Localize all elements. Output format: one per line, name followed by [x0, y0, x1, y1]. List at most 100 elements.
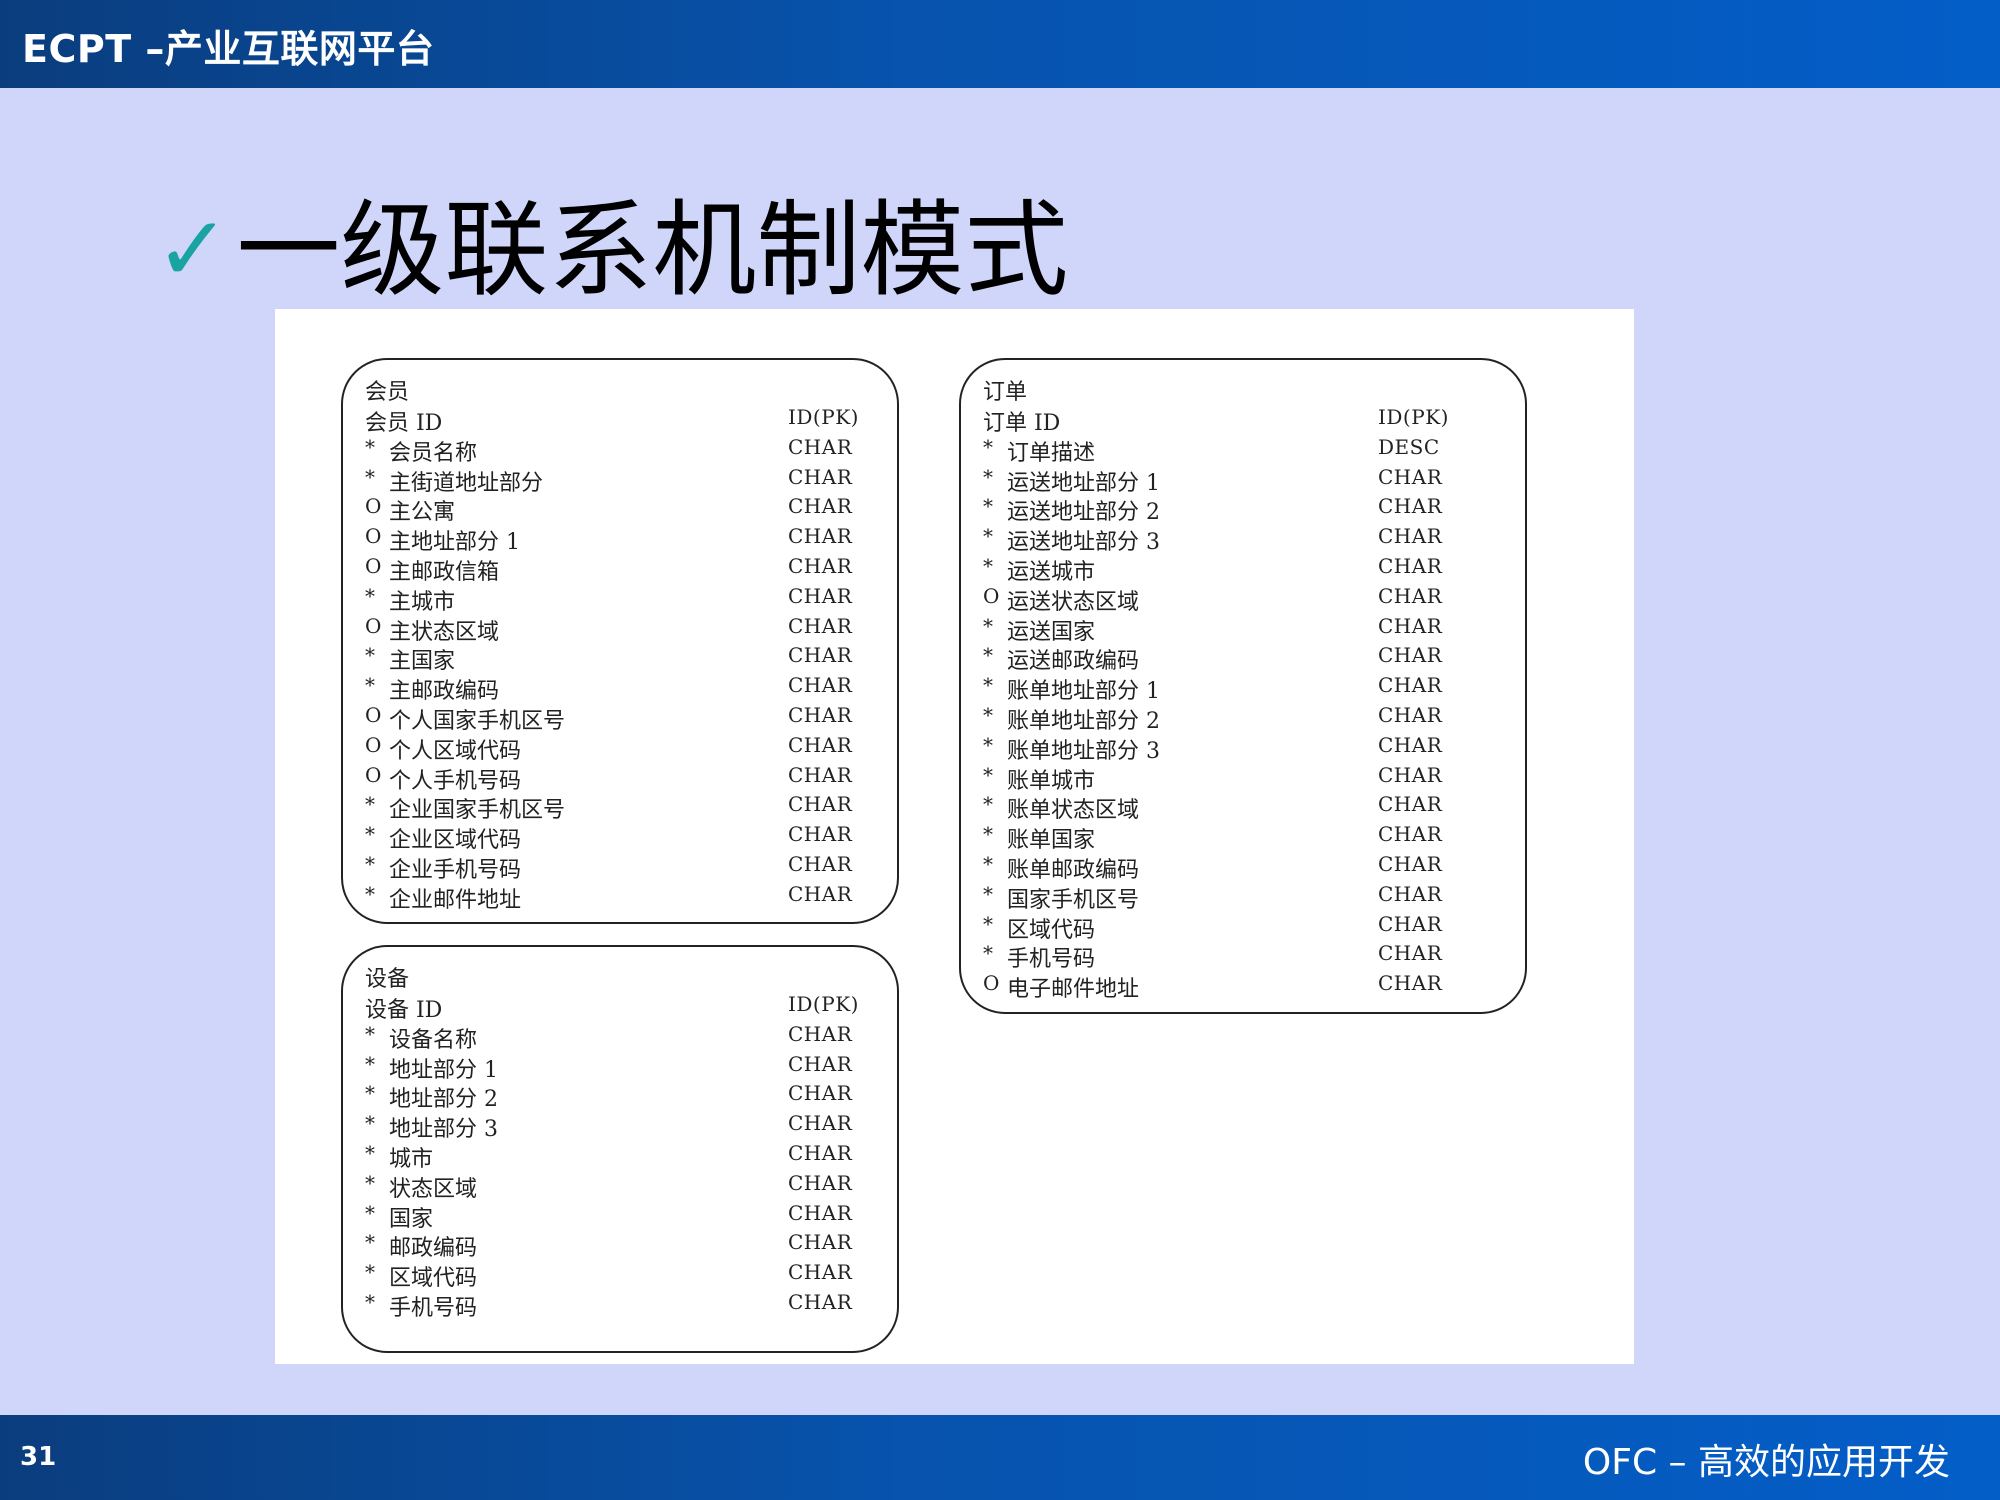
field-name: 主邮政信箱 — [389, 560, 500, 585]
field-row: * 主国家 CHAR — [365, 643, 867, 674]
field-type: ID(PK) — [788, 405, 859, 429]
field-row: * 运送城市 CHAR — [983, 554, 1495, 585]
entity-order: 订单 订单 ID ID(PK) * 订单描述 DESC * 运送地址部分 1 CHAR * 运送地址… — [959, 358, 1527, 1014]
field-name: 企业手机号码 — [389, 858, 522, 883]
field-type: CHAR — [788, 1290, 853, 1314]
field-row: O 个人区域代码 CHAR — [365, 732, 867, 764]
field-type: CHAR — [788, 613, 853, 638]
field-mark: * — [983, 732, 993, 757]
field-row: * 账单地址部分 2 CHAR — [983, 703, 1495, 734]
field-mark: * — [983, 643, 993, 668]
field-type: CHAR — [1378, 583, 1443, 608]
field-type: CHAR — [1378, 524, 1443, 549]
entity-name: 会员 — [365, 380, 410, 405]
field-mark: * — [983, 941, 993, 966]
field-type: CHAR — [788, 1260, 853, 1285]
field-mark: * — [365, 1260, 375, 1285]
field-row: * 会员名称 CHAR — [365, 434, 867, 466]
field-mark: * — [365, 1200, 375, 1225]
field-name: 运送地址部分 2 — [1007, 500, 1160, 526]
field-row: * 状态区域 CHAR — [365, 1170, 867, 1202]
field-mark: O — [365, 524, 382, 549]
field-type: CHAR — [788, 434, 853, 459]
field-type: CHAR — [1378, 703, 1443, 727]
field-row: * 运送地址部分 2 CHAR — [983, 494, 1495, 525]
field-mark: * — [365, 1051, 375, 1076]
field-type: CHAR — [1378, 911, 1443, 936]
field-name: 账单地址部分 2 — [1007, 709, 1160, 734]
field-name: 电子邮件地址 — [1007, 977, 1140, 1003]
field-type: CHAR — [788, 852, 853, 876]
field-name: 地址部分 3 — [389, 1117, 498, 1143]
field-type: CHAR — [788, 1051, 853, 1076]
field-row: 订单 ID ID(PK) — [983, 405, 1495, 436]
field-name: 设备名称 — [389, 1027, 478, 1053]
field-type: CHAR — [788, 1111, 853, 1136]
field-row: * 邮政编码 CHAR — [365, 1230, 867, 1261]
field-row: O 个人手机号码 CHAR — [365, 762, 867, 794]
field-mark: * — [365, 464, 375, 489]
field-type: CHAR — [788, 762, 853, 787]
app-title: ECPT –产业互联网平台 — [22, 27, 435, 71]
field-type: CHAR — [788, 792, 853, 817]
field-type: CHAR — [1378, 464, 1443, 489]
field-mark: * — [365, 822, 375, 847]
field-name: 运送地址部分 3 — [1007, 530, 1160, 556]
field-mark: O — [365, 703, 382, 727]
field-name: 主城市 — [389, 589, 456, 615]
field-row: * 地址部分 1 CHAR — [365, 1051, 867, 1083]
field-row: O 个人国家手机区号 CHAR — [365, 703, 867, 734]
field-type: CHAR — [788, 524, 853, 549]
field-type: CHAR — [788, 494, 853, 519]
field-row: * 企业手机号码 CHAR — [365, 852, 867, 883]
slide-title: 一级联系机制模式 — [236, 189, 1069, 311]
field-type: CHAR — [788, 673, 853, 698]
field-name: 国家手机区号 — [1007, 887, 1140, 913]
field-mark: * — [983, 881, 993, 906]
field-type: DESC — [1378, 434, 1440, 459]
field-row: * 订单描述 DESC — [983, 434, 1495, 466]
field-type: CHAR — [788, 1021, 853, 1046]
field-mark: * — [365, 643, 375, 668]
field-type: CHAR — [1378, 881, 1443, 906]
field-mark: O — [365, 732, 382, 757]
field-mark: * — [365, 1021, 375, 1046]
field-row: * 企业邮件地址 CHAR — [365, 882, 867, 913]
field-type: CHAR — [1378, 613, 1443, 638]
field-mark: * — [365, 852, 375, 876]
field-mark: * — [365, 1111, 375, 1136]
field-type: CHAR — [1378, 941, 1443, 966]
field-row: O 主公寓 CHAR — [365, 494, 867, 525]
field-name: 主邮政编码 — [389, 679, 500, 705]
field-mark: * — [983, 673, 993, 698]
field-row: * 主街道地址部分 CHAR — [365, 464, 867, 496]
field-mark: * — [983, 464, 993, 489]
field-name: 账单邮政编码 — [1007, 858, 1140, 883]
field-type: CHAR — [1378, 852, 1443, 876]
field-mark: * — [365, 434, 375, 459]
field-type: CHAR — [1378, 792, 1443, 817]
slide-heading: ✓ 一级联系机制模式 — [155, 190, 1068, 310]
field-name: 主街道地址部分 — [389, 470, 544, 496]
field-mark: * — [365, 1290, 375, 1314]
field-row: * 账单状态区域 CHAR — [983, 792, 1495, 823]
field-name: 运送状态区域 — [1007, 589, 1140, 615]
field-type: CHAR — [788, 1200, 853, 1225]
field-row: * 区域代码 CHAR — [365, 1260, 867, 1291]
field-type: CHAR — [1378, 732, 1443, 757]
field-type: CHAR — [1378, 762, 1443, 787]
field-mark: * — [983, 554, 993, 578]
field-name: 状态区域 — [389, 1176, 478, 1202]
entity-member: 会员 会员 ID ID(PK) * 会员名称 CHAR * 主街道地址部分 CHAR O 主公寓 CH… — [341, 358, 899, 924]
field-name: 运送地址部分 1 — [1007, 470, 1160, 496]
field-type: CHAR — [788, 1141, 853, 1165]
field-type: CHAR — [788, 1170, 853, 1195]
field-type: CHAR — [788, 583, 853, 608]
field-mark: * — [365, 1230, 375, 1255]
field-name: 手机号码 — [389, 1296, 478, 1321]
field-name: 邮政编码 — [389, 1236, 478, 1262]
field-row: * 运送邮政编码 CHAR — [983, 643, 1495, 674]
field-name: 地址部分 2 — [389, 1087, 498, 1113]
field-name: 账单城市 — [1007, 768, 1096, 794]
field-mark: * — [365, 1141, 375, 1165]
